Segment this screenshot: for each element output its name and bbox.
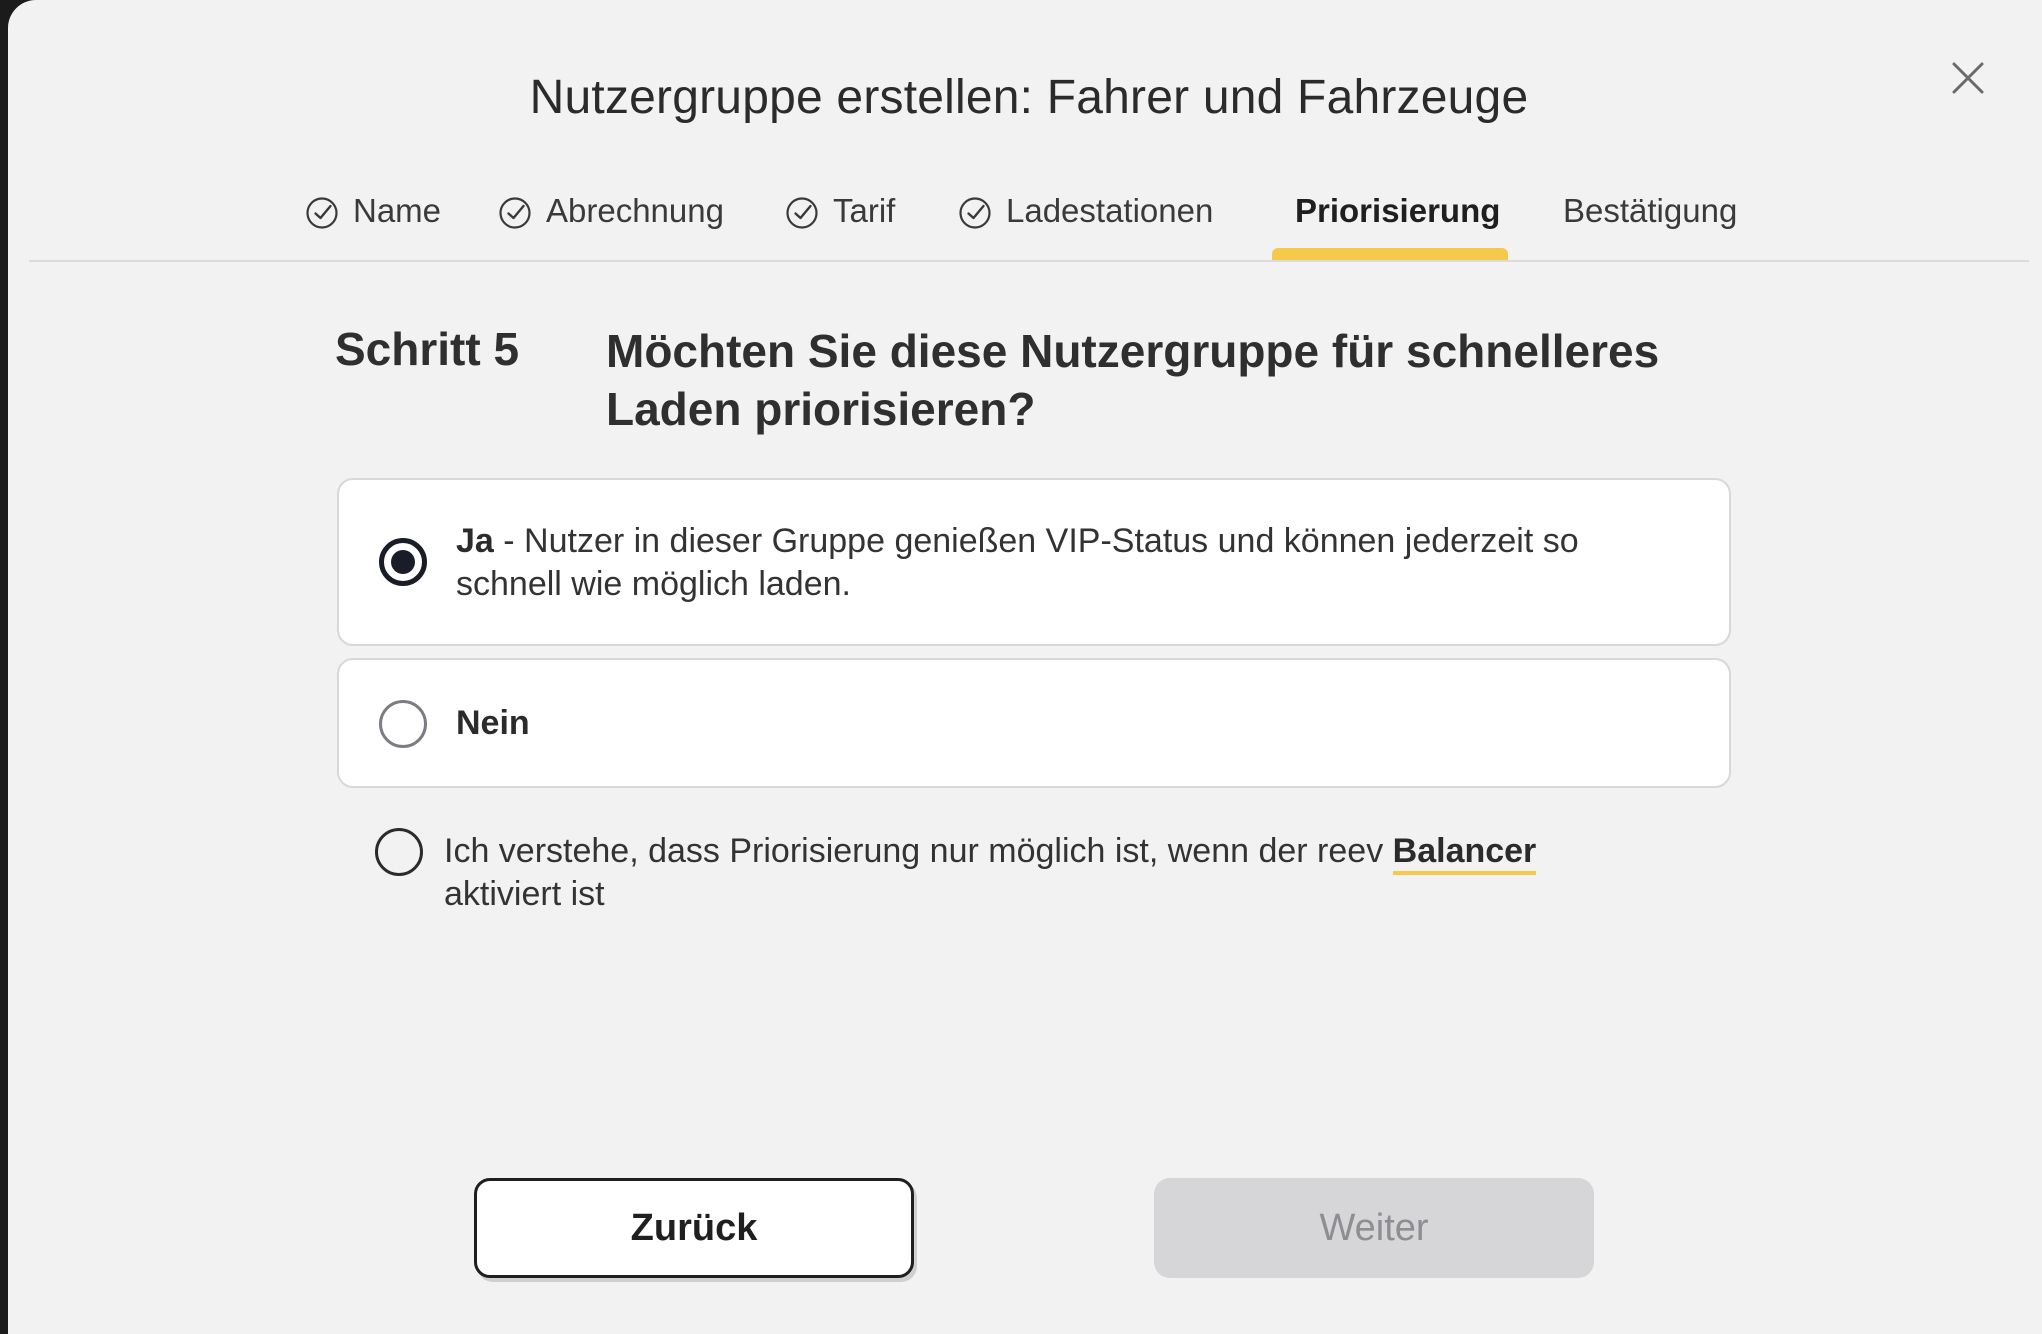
tab-abrechnung[interactable]: Abrechnung	[498, 192, 724, 260]
consent-text-before: Ich verstehe, dass Priorisierung nur mög…	[444, 832, 1393, 870]
check-circle-icon	[499, 197, 531, 229]
step-question: Möchten Sie diese Nutzergruppe für schne…	[606, 325, 1660, 435]
option-key: Ja	[456, 522, 494, 560]
option-description: - Nutzer in dieser Gruppe genießen VIP-S…	[456, 522, 1579, 603]
next-button[interactable]: Weiter	[1154, 1178, 1594, 1278]
back-button[interactable]: Zurück	[474, 1178, 914, 1278]
tab-label: Bestätigung	[1563, 192, 1738, 229]
close-icon	[1952, 62, 1984, 94]
wizard-tabs: Name Abrechnung Tarif Ladestationen Prio	[29, 176, 2029, 262]
tab-label: Abrechnung	[546, 192, 724, 229]
check-circle-icon	[959, 197, 991, 229]
option-card-nein[interactable]: Nein	[337, 658, 1731, 788]
check-circle-icon	[786, 197, 818, 229]
tab-name[interactable]: Name	[305, 192, 441, 260]
tab-label: Tarif	[833, 192, 896, 229]
option-card-ja[interactable]: Ja - Nutzer in dieser Gruppe genießen VI…	[337, 478, 1731, 646]
option-text: Ja - Nutzer in dieser Gruppe genießen VI…	[456, 520, 1686, 606]
tab-label: Ladestationen	[1006, 192, 1214, 229]
consent-text: Ich verstehe, dass Priorisierung nur mög…	[444, 830, 1624, 916]
balancer-link[interactable]: Balancer	[1392, 832, 1537, 875]
consent-checkbox[interactable]	[375, 828, 423, 876]
check-circle-icon	[306, 197, 338, 229]
tab-tarif[interactable]: Tarif	[785, 192, 895, 260]
radio-ja-selected[interactable]	[379, 538, 427, 586]
tab-bestaetigung[interactable]: Bestätigung	[1563, 192, 1737, 260]
close-button[interactable]	[1942, 52, 1994, 104]
consent-text-after: aktiviert ist	[444, 875, 605, 913]
modal-dialog: Nutzergruppe erstellen: Fahrer und Fahrz…	[8, 0, 2042, 1334]
option-key: Nein	[456, 704, 530, 742]
modal-title: Nutzergruppe erstellen: Fahrer und Fahrz…	[529, 71, 1529, 124]
radio-nein[interactable]	[379, 700, 427, 748]
tab-label: Name	[353, 192, 442, 229]
step-label: Schritt 5	[335, 323, 520, 375]
tab-label: Priorisierung	[1295, 192, 1501, 229]
active-tab-indicator	[1272, 248, 1508, 260]
tab-ladestationen[interactable]: Ladestationen	[958, 192, 1213, 260]
